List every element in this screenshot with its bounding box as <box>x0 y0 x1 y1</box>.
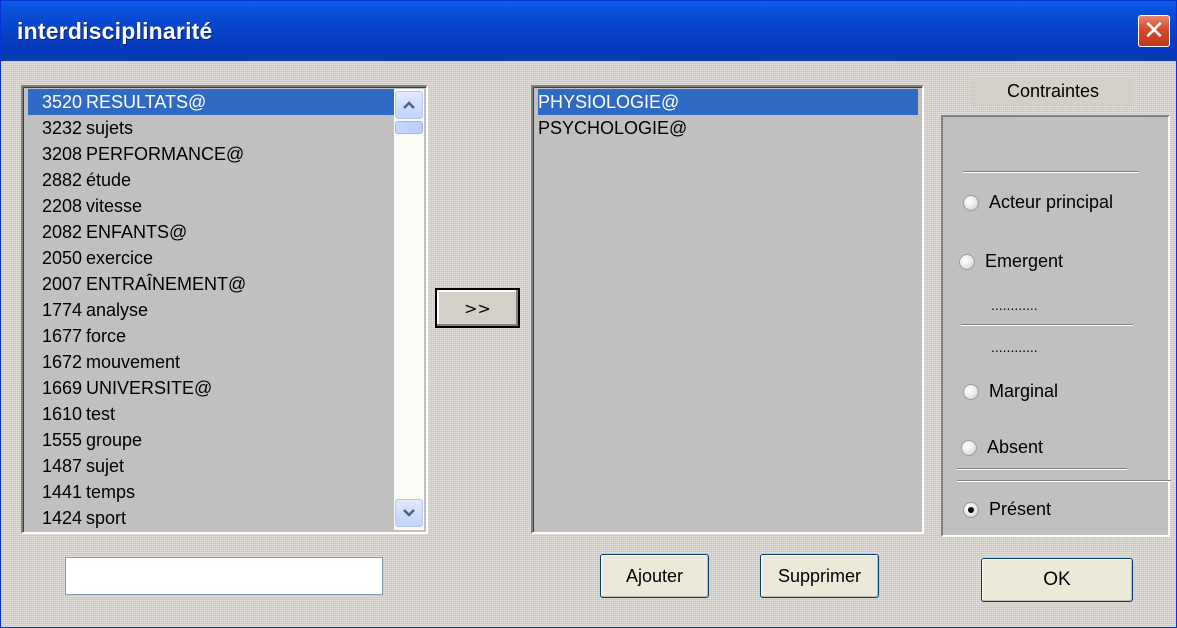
list-item[interactable]: 3232 sujets <box>28 115 397 141</box>
radio-button-icon <box>963 383 979 400</box>
radio-button-icon <box>959 253 975 270</box>
dialog-window: interdisciplinarité ✕ 3520 RESULTATS@ 323… <box>0 0 1177 628</box>
move-right-button[interactable]: >> <box>435 288 520 328</box>
divider <box>961 324 1133 326</box>
list-item[interactable]: 2082 ENFANTS@ <box>28 219 397 245</box>
separator-dots: ............ <box>991 339 1038 355</box>
chevron-down-icon <box>403 509 415 517</box>
list-item[interactable]: 1672 mouvement <box>28 349 397 375</box>
window-title: interdisciplinarité <box>17 18 213 44</box>
close-icon: ✕ <box>1143 16 1165 46</box>
search-input[interactable] <box>65 557 383 595</box>
list-item[interactable]: 1441 temps <box>28 479 397 505</box>
constraints-title: Contraintes <box>972 77 1134 105</box>
list-item[interactable]: 1774 analyse <box>28 297 397 323</box>
list-item[interactable]: 2208 vitesse <box>28 193 397 219</box>
radio-present[interactable]: Présent <box>963 499 1051 520</box>
list-item[interactable]: 1424 sport <box>28 505 397 531</box>
list-item[interactable]: 2882 étude <box>28 167 397 193</box>
title-bar[interactable]: interdisciplinarité ✕ <box>1 1 1176 61</box>
divider <box>963 171 1139 173</box>
scroll-thumb[interactable] <box>395 121 423 134</box>
remove-button[interactable]: Supprimer <box>760 554 879 598</box>
list-item[interactable]: 3520 RESULTATS@ <box>28 89 397 115</box>
list-item[interactable]: PHYSIOLOGIE@ <box>538 89 918 115</box>
list-item[interactable]: 1610 test <box>28 401 397 427</box>
vertical-scrollbar[interactable] <box>394 89 424 530</box>
radio-button-checked-icon <box>963 501 979 518</box>
radio-button-icon <box>963 194 979 211</box>
radio-acteur-principal[interactable]: Acteur principal <box>963 192 1113 213</box>
list-item[interactable]: 2007 ENTRAÎNEMENT@ <box>28 271 397 297</box>
radio-absent[interactable]: Absent <box>961 437 1043 458</box>
list-item[interactable]: 1487 sujet <box>28 453 397 479</box>
radio-button-icon <box>961 439 977 456</box>
radio-marginal[interactable]: Marginal <box>963 381 1058 402</box>
list-item[interactable]: 1669 UNIVERSITE@ <box>28 375 397 401</box>
constraints-panel: Acteur principal Emergent ............ .… <box>941 115 1171 537</box>
add-button[interactable]: Ajouter <box>600 554 709 598</box>
scroll-down-button[interactable] <box>395 499 423 527</box>
term-frequency-list[interactable]: 3520 RESULTATS@ 3232 sujets 3208 PERFORMANC… <box>21 85 428 534</box>
divider <box>957 480 1171 482</box>
list-item[interactable]: 2050 exercice <box>28 245 397 271</box>
list-item[interactable]: 1677 force <box>28 323 397 349</box>
radio-emergent[interactable]: Emergent <box>959 251 1063 272</box>
chevron-up-icon <box>403 101 415 109</box>
ok-button[interactable]: OK <box>981 558 1133 602</box>
divider <box>957 468 1127 470</box>
close-button[interactable]: ✕ <box>1138 15 1170 47</box>
list-item[interactable]: PSYCHOLOGIE@ <box>538 115 918 141</box>
separator-dots: ............ <box>991 297 1038 313</box>
selected-disciplines-list[interactable]: PHYSIOLOGIE@ PSYCHOLOGIE@ <box>531 85 924 534</box>
list-item[interactable]: 1555 groupe <box>28 427 397 453</box>
scroll-up-button[interactable] <box>395 91 423 119</box>
list-item[interactable]: 3208 PERFORMANCE@ <box>28 141 397 167</box>
